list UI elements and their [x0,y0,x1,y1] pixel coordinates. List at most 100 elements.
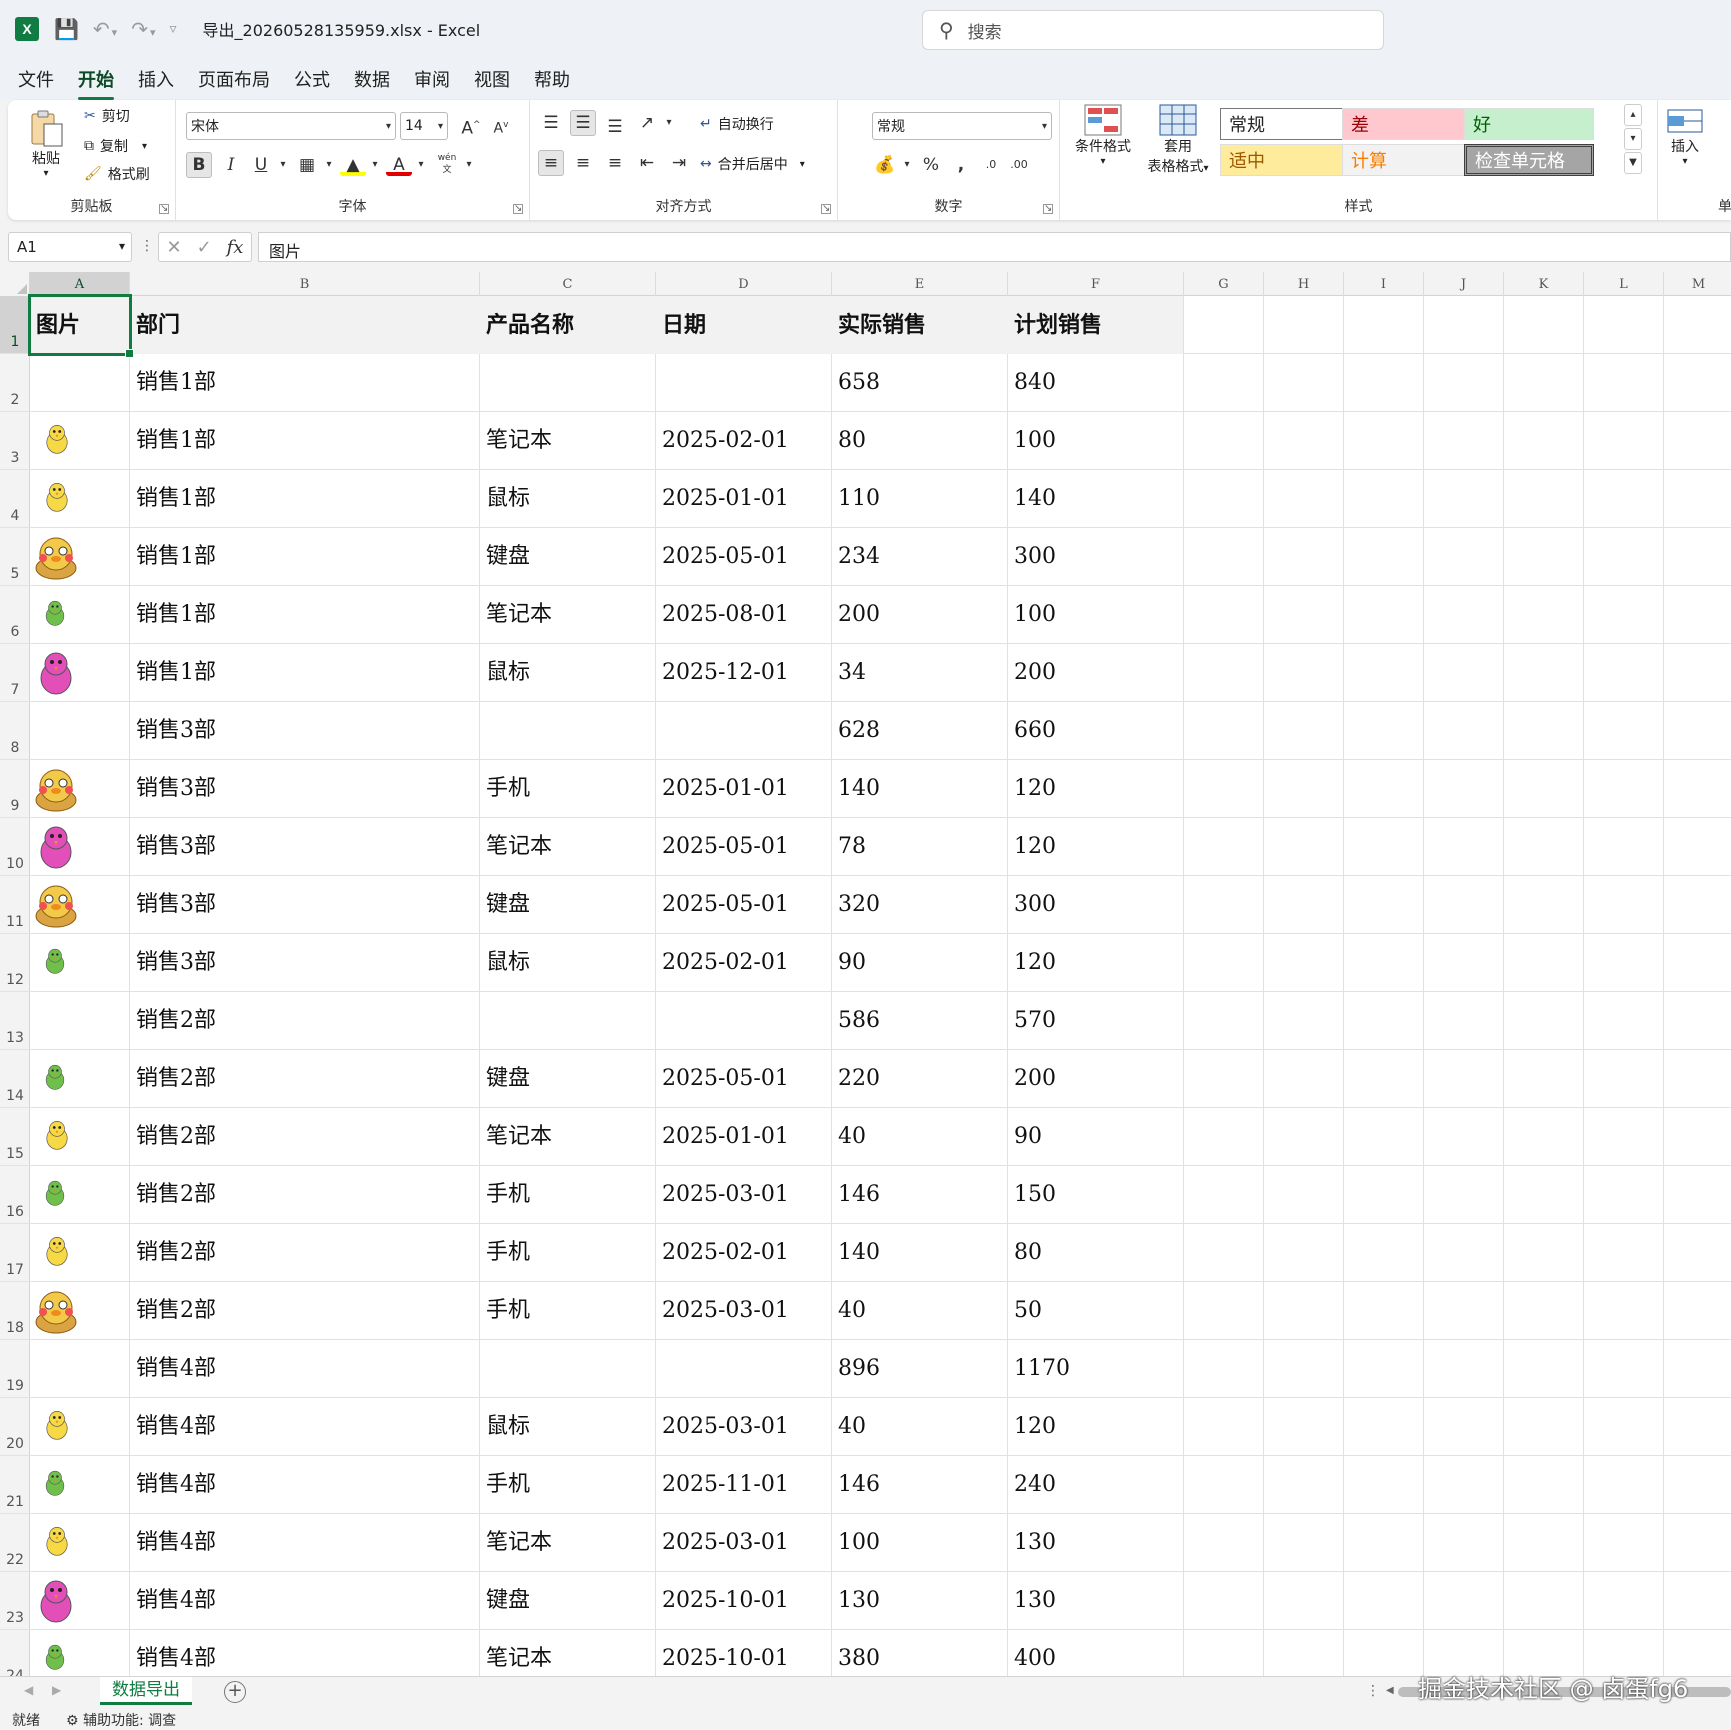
search-box[interactable]: ⚲ 搜索 [922,10,1384,50]
align-right-icon[interactable]: ≡ [602,150,628,176]
cut-button[interactable]: ✂ 剪切 [84,106,130,126]
row-header[interactable]: 1 [0,296,30,354]
table-cell[interactable]: 键盘 [480,1572,655,1630]
menu-tab[interactable]: 数据 [354,62,390,96]
table-cell[interactable]: 150 [1008,1166,1183,1224]
italic-button[interactable]: I [218,152,244,178]
column-header[interactable]: F [1008,272,1184,296]
row-header[interactable]: 12 [0,934,30,992]
row-header[interactable]: 3 [0,412,30,470]
table-cell[interactable]: 130 [1008,1572,1183,1630]
table-cell[interactable]: 2025-02-01 [656,412,831,470]
table-cell[interactable]: 2025-05-01 [656,528,831,586]
table-cell[interactable]: 110 [832,470,1007,528]
table-cell[interactable]: 2025-05-01 [656,1050,831,1108]
picture-cell[interactable] [30,1224,129,1282]
row-header[interactable]: 18 [0,1282,30,1340]
table-cell[interactable]: 鼠标 [480,934,655,992]
align-middle-icon[interactable]: ☰ [570,110,596,136]
fill-color-dropdown-icon[interactable]: ▾ [362,152,388,178]
table-cell[interactable]: 200 [1008,1050,1183,1108]
gallery-up-icon[interactable]: ▴ [1624,104,1642,126]
table-cell[interactable]: 78 [832,818,1007,876]
align-top-icon[interactable]: ☰ [538,110,564,136]
table-cell[interactable]: 146 [832,1166,1007,1224]
table-cell[interactable]: 90 [1008,1108,1183,1166]
orientation-dropdown-icon[interactable]: ▾ [656,110,682,136]
number-format-combo[interactable]: 常规 ▾ [872,112,1052,140]
cell-style-option[interactable]: 适中 [1220,144,1350,176]
tab-split-icon[interactable]: ⋮ [1366,1683,1380,1699]
align-bottom-icon[interactable]: ☰ [602,114,628,140]
table-cell[interactable]: 100 [832,1514,1007,1572]
table-cell[interactable]: 90 [832,934,1007,992]
column-header[interactable]: L [1584,272,1664,296]
table-cell[interactable]: 销售1部 [130,412,479,470]
table-cell[interactable]: 销售2部 [130,1050,479,1108]
table-cell[interactable]: 笔记本 [480,1108,655,1166]
row-header[interactable]: 7 [0,644,30,702]
picture-cell[interactable] [30,818,129,876]
table-cell[interactable]: 1170 [1008,1340,1183,1398]
table-cell[interactable]: 销售4部 [130,1514,479,1572]
picture-cell[interactable] [30,934,129,992]
cell-style-option[interactable]: 差 [1342,108,1472,140]
table-cell[interactable]: 2025-01-01 [656,760,831,818]
table-cell[interactable] [656,354,831,412]
clipboard-launcher-icon[interactable]: ↘ [159,204,169,214]
gallery-more-icon[interactable]: ▼ [1624,152,1642,174]
table-cell[interactable]: 销售3部 [130,702,479,760]
table-cell[interactable]: 2025-12-01 [656,644,831,702]
table-cell[interactable]: 手机 [480,1456,655,1514]
bold-button[interactable]: B [186,152,212,178]
increase-decimal-icon[interactable]: .0 [978,152,1004,178]
table-cell[interactable]: 2025-10-01 [656,1572,831,1630]
picture-cell[interactable] [30,354,129,412]
table-cell[interactable]: 50 [1008,1282,1183,1340]
table-cell[interactable] [656,992,831,1050]
font-color-dropdown-icon[interactable]: ▾ [408,152,434,178]
menu-tab[interactable]: 审阅 [414,62,450,96]
cell-style-option[interactable]: 好 [1464,108,1594,140]
wrap-text-button[interactable]: ↵ 自动换行 [700,114,774,134]
column-header[interactable]: B [130,272,480,296]
table-cell[interactable]: 销售1部 [130,354,479,412]
table-cell[interactable]: 234 [832,528,1007,586]
table-cell[interactable]: 658 [832,354,1007,412]
menu-tab[interactable]: 文件 [18,62,54,96]
column-header[interactable]: M [1664,272,1731,296]
column-header[interactable]: C [480,272,656,296]
row-header[interactable]: 14 [0,1050,30,1108]
table-cell[interactable]: 2025-11-01 [656,1456,831,1514]
picture-cell[interactable] [30,1166,129,1224]
table-cell[interactable]: 销售2部 [130,1108,479,1166]
menu-tab[interactable]: 帮助 [534,62,570,96]
table-cell[interactable]: 销售4部 [130,1340,479,1398]
number-launcher-icon[interactable]: ↘ [1043,204,1053,214]
table-cell[interactable]: 手机 [480,760,655,818]
picture-cell[interactable] [30,1572,129,1630]
picture-cell[interactable] [30,412,129,470]
copy-button[interactable]: ⧉ 复制 ▾ [84,136,147,156]
table-cell[interactable]: 200 [1008,644,1183,702]
picture-cell[interactable] [30,1514,129,1572]
table-cell[interactable]: 2025-03-01 [656,1514,831,1572]
format-as-table-button[interactable]: 套用 表格格式▾ [1140,104,1216,176]
sheet-tab[interactable]: 数据导出 [100,1677,192,1705]
table-cell[interactable]: 140 [832,760,1007,818]
header-cell[interactable]: 实际销售 [832,296,1007,354]
table-cell[interactable]: 130 [1008,1514,1183,1572]
row-header[interactable]: 24 [0,1630,30,1676]
row-header[interactable]: 6 [0,586,30,644]
table-cell[interactable]: 销售1部 [130,470,479,528]
table-cell[interactable]: 2025-01-01 [656,1108,831,1166]
header-cell[interactable]: 部门 [130,296,479,354]
table-cell[interactable]: 120 [1008,818,1183,876]
table-cell[interactable]: 手机 [480,1224,655,1282]
table-cell[interactable] [656,1340,831,1398]
menu-tab[interactable]: 插入 [138,62,174,96]
table-cell[interactable]: 120 [1008,934,1183,992]
table-cell[interactable] [656,702,831,760]
table-cell[interactable]: 80 [832,412,1007,470]
font-name-combo[interactable]: 宋体 ▾ [186,112,396,140]
